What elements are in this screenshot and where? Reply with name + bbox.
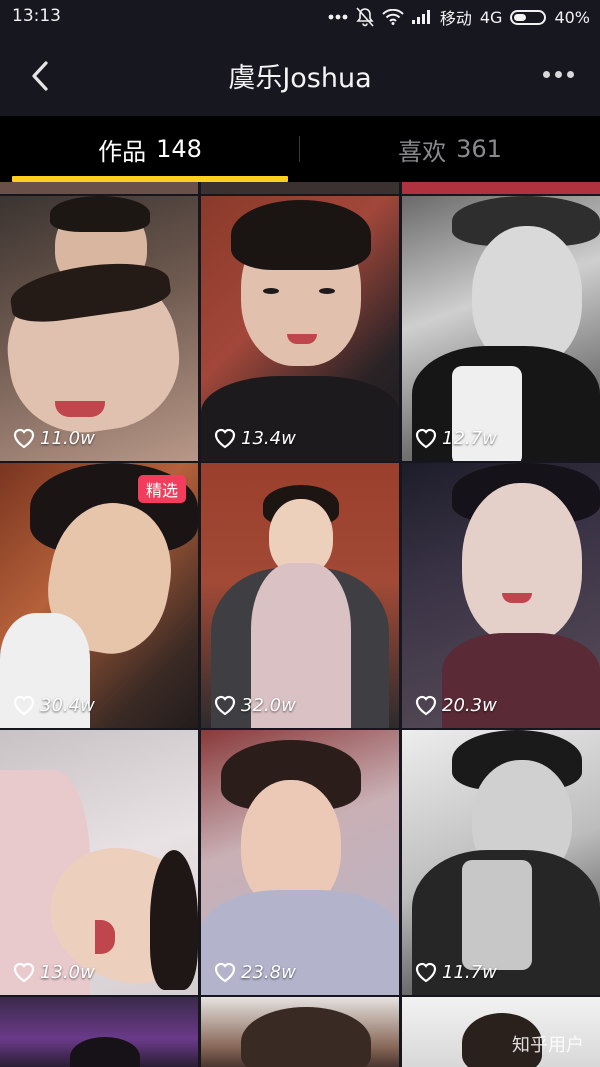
likes-count: 11.7w (442, 961, 497, 983)
video-tile[interactable] (0, 997, 198, 1067)
mute-bell-icon (356, 7, 374, 27)
likes-count: 13.4w (241, 427, 296, 449)
signal-icon (411, 10, 430, 24)
likes-count: 13.0w (40, 961, 95, 983)
video-likes: 23.8w (213, 961, 296, 983)
watermark: 知乎用户 (512, 1035, 584, 1056)
nav-bar: 虞乐Joshua (0, 34, 600, 116)
video-tile-partial[interactable] (402, 182, 600, 194)
tab-likes[interactable]: 喜欢 361 (300, 116, 600, 182)
video-likes: 11.7w (414, 961, 497, 983)
heart-icon (13, 695, 35, 716)
video-likes: 11.0w (12, 427, 95, 449)
more-dots-icon (542, 70, 550, 78)
video-tile[interactable] (201, 997, 399, 1067)
heart-icon (214, 428, 236, 449)
heart-icon (214, 962, 236, 983)
video-likes: 12.7w (414, 427, 497, 449)
battery-icon (510, 9, 547, 25)
more-options-button[interactable] (538, 60, 578, 88)
status-icons: 移动 4G 40% (328, 5, 590, 29)
video-tile-partial[interactable] (201, 182, 399, 194)
likes-count: 11.0w (40, 427, 95, 449)
likes-count: 20.3w (442, 694, 497, 716)
video-tile[interactable]: 精选 30.4w (0, 463, 198, 728)
video-tile[interactable]: 20.3w (402, 463, 600, 728)
likes-count: 23.8w (241, 961, 296, 983)
wifi-icon (382, 9, 404, 25)
battery-percent: 40% (554, 7, 590, 27)
heart-icon (415, 962, 437, 983)
video-tile[interactable]: 11.0w (0, 196, 198, 461)
tab-works[interactable]: 作品 148 (0, 116, 300, 182)
video-tile[interactable]: 23.8w (201, 730, 399, 995)
profile-title: 虞乐Joshua (228, 63, 372, 94)
profile-tabs: 作品 148 喜欢 361 (0, 116, 600, 182)
tab-works-count: 148 (156, 135, 202, 163)
video-tile[interactable]: 13.0w (0, 730, 198, 995)
tab-likes-label: 喜欢 (398, 137, 447, 166)
likes-count: 30.4w (40, 694, 95, 716)
heart-icon (415, 695, 437, 716)
video-likes: 20.3w (414, 694, 497, 716)
video-likes: 13.4w (213, 427, 296, 449)
heart-icon (415, 428, 437, 449)
video-likes: 13.0w (12, 961, 95, 983)
video-tile[interactable]: 知乎用户 (402, 997, 600, 1067)
likes-count: 32.0w (241, 694, 296, 716)
tab-works-label: 作品 (98, 137, 147, 166)
featured-badge: 精选 (137, 475, 186, 503)
status-time: 13:13 (12, 6, 61, 26)
heart-icon (13, 428, 35, 449)
likes-count: 12.7w (442, 427, 497, 449)
more-notifications-icon (328, 14, 348, 20)
video-tile[interactable]: 13.4w (201, 196, 399, 461)
video-likes: 32.0w (213, 694, 296, 716)
heart-icon (214, 695, 236, 716)
heart-icon (13, 962, 35, 983)
network-label: 4G (479, 7, 503, 27)
tab-likes-count: 361 (456, 135, 502, 163)
video-likes: 30.4w (12, 694, 95, 716)
video-tile-partial[interactable] (0, 182, 198, 194)
video-tile[interactable]: 12.7w (402, 196, 600, 461)
status-bar: 13:13 移动 4G 40% (0, 0, 600, 34)
video-tile[interactable]: 11.7w (402, 730, 600, 995)
video-tile[interactable]: 32.0w (201, 463, 399, 728)
carrier-label: 移动 (439, 9, 472, 28)
